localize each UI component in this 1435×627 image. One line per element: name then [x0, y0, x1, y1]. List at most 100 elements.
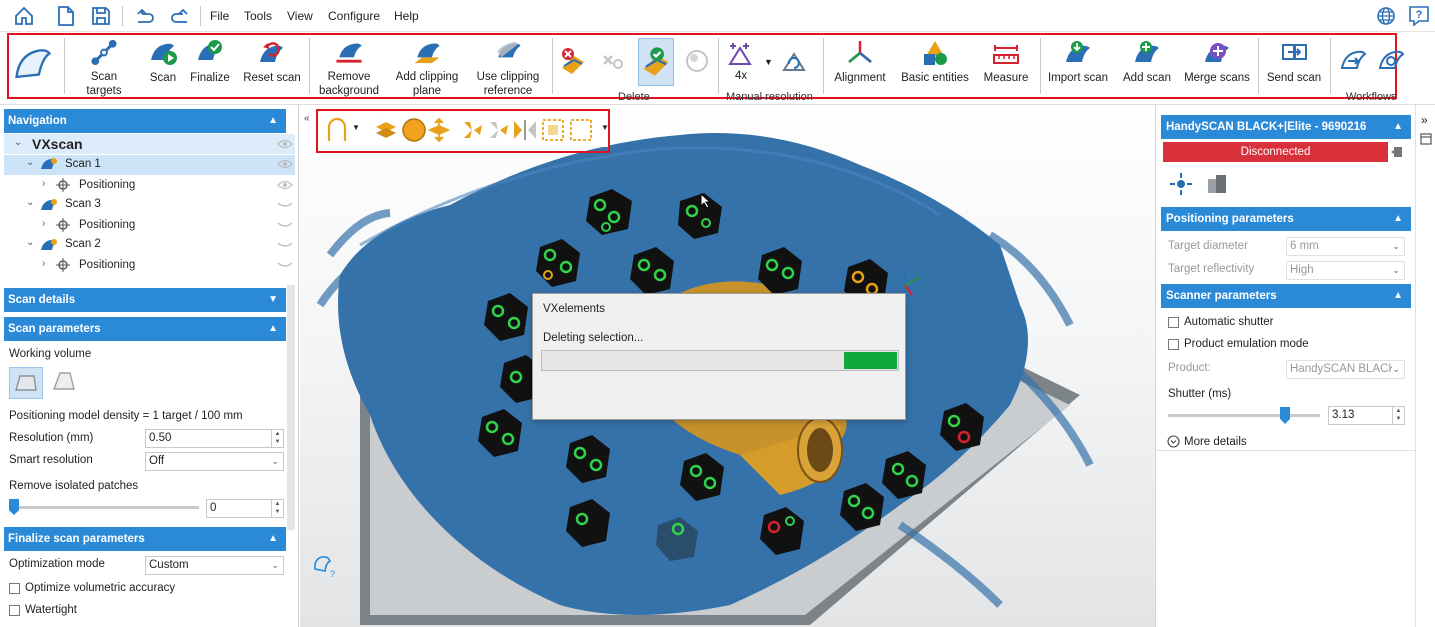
workflow-inspect-icon[interactable]: [1376, 46, 1406, 76]
more-details-link[interactable]: More details: [1184, 436, 1247, 448]
manual-resolution-icon[interactable]: [726, 40, 754, 68]
product-emulation-checkbox[interactable]: [1168, 339, 1179, 350]
target-reflectivity-select[interactable]: High ⌄: [1286, 261, 1405, 280]
finalize-button[interactable]: Finalize: [188, 38, 232, 98]
tree-expand-icon[interactable]: ⌄: [26, 157, 34, 168]
scanner-status-icon[interactable]: [1390, 145, 1404, 159]
expand-selection-icon[interactable]: [460, 117, 484, 143]
tree-collapse-icon[interactable]: ›: [42, 218, 45, 229]
optimization-mode-select[interactable]: Custom ⌄: [145, 556, 284, 575]
shutter-slider-track[interactable]: [1168, 414, 1320, 417]
chevron-down-icon[interactable]: ▼: [352, 123, 360, 132]
shutter-input[interactable]: 3.13 ▲ ▼: [1328, 406, 1405, 425]
tree-collapse-icon[interactable]: ›: [42, 178, 45, 189]
measure-button[interactable]: Measure: [980, 38, 1032, 98]
scan-targets-button[interactable]: Scan targets: [72, 38, 136, 98]
working-volume-high-button[interactable]: [48, 367, 82, 399]
eye-closed-icon[interactable]: [277, 260, 293, 270]
sphere-selection-icon[interactable]: [401, 117, 427, 143]
scanner-mode-button[interactable]: [10, 38, 56, 98]
tree-collapse-icon[interactable]: ›: [42, 258, 45, 269]
use-clipping-reference-button[interactable]: Use clipping reference: [470, 38, 546, 98]
help-icon[interactable]: ?: [1407, 4, 1431, 28]
scan-parameters-header[interactable]: Scan parameters ▲: [4, 317, 286, 341]
targets-icon[interactable]: [1168, 171, 1194, 197]
send-scan-button[interactable]: Send scan: [1264, 38, 1324, 98]
delete-unselected-icon[interactable]: [682, 46, 712, 76]
add-clipping-plane-button[interactable]: Add clipping plane: [392, 38, 462, 98]
window-icon[interactable]: [1420, 133, 1432, 145]
reset-scan-button[interactable]: Reset scan: [242, 38, 302, 98]
connection-status[interactable]: Disconnected: [1163, 142, 1388, 162]
eye-closed-icon[interactable]: [277, 200, 293, 210]
positioning-parameters-header[interactable]: Positioning parameters ▲: [1161, 207, 1411, 231]
globe-icon[interactable]: [1374, 4, 1398, 28]
device-header[interactable]: HandySCAN BLACK+|Elite - 9690216 ▲: [1161, 115, 1411, 139]
target-diameter-select[interactable]: 6 mm ⌄: [1286, 237, 1405, 256]
chevron-down-icon[interactable]: ▼: [601, 123, 609, 132]
menu-help[interactable]: Help: [394, 9, 419, 23]
shrink-selection-icon[interactable]: [486, 117, 510, 143]
collapse-left-icon[interactable]: «: [304, 113, 310, 124]
scanner-parameters-header[interactable]: Scanner parameters ▲: [1161, 284, 1411, 308]
remove-isolated-slider-thumb[interactable]: [9, 499, 19, 515]
smart-resolution-select[interactable]: Off ⌄: [145, 452, 284, 471]
scan-details-header[interactable]: Scan details ▼: [4, 288, 286, 312]
lasso-selection-icon[interactable]: [326, 117, 348, 143]
chevron-circle-icon[interactable]: [1167, 435, 1180, 448]
delete-isolated-icon[interactable]: [598, 46, 628, 76]
eye-icon[interactable]: [277, 159, 293, 169]
workflow-scan-icon[interactable]: [1338, 46, 1368, 76]
view-orientation-icon[interactable]: ?: [310, 553, 336, 579]
delete-active-button[interactable]: [638, 38, 674, 86]
spinner-icon[interactable]: ▲ ▼: [271, 500, 283, 517]
eye-closed-icon[interactable]: [277, 220, 293, 230]
remove-isolated-slider-track[interactable]: [9, 506, 199, 509]
scanner-model-icon[interactable]: [1204, 171, 1230, 197]
finalize-parameters-header[interactable]: Finalize scan parameters ▲: [4, 527, 286, 551]
spinner-icon[interactable]: ▲ ▼: [271, 430, 283, 447]
basic-entities-button[interactable]: Basic entities: [898, 38, 972, 98]
tree-expand-icon[interactable]: ⌄: [26, 197, 34, 208]
remove-isolated-input[interactable]: 0 ▲ ▼: [206, 499, 284, 518]
remove-background-button[interactable]: Remove background: [316, 38, 382, 98]
optimize-volumetric-checkbox[interactable]: [9, 583, 20, 594]
select-all-icon[interactable]: [540, 117, 566, 143]
eye-icon[interactable]: [277, 139, 293, 149]
navigation-header[interactable]: Navigation ▲: [4, 109, 286, 133]
chevron-down-icon[interactable]: ▼: [764, 57, 773, 67]
alignment-button[interactable]: Alignment: [830, 38, 890, 98]
automatic-shutter-checkbox[interactable]: [1168, 317, 1179, 328]
delete-selection-icon[interactable]: [558, 46, 588, 76]
tree-expand-icon[interactable]: ⌄: [26, 237, 34, 248]
working-volume-standard-button[interactable]: [9, 367, 43, 399]
menu-configure[interactable]: Configure: [328, 9, 380, 23]
left-scrollbar[interactable]: [287, 285, 295, 530]
resolution-refresh-icon[interactable]: [780, 46, 808, 74]
redo-icon[interactable]: [168, 4, 192, 28]
undo-icon[interactable]: [133, 4, 157, 28]
expand-right-icon[interactable]: »: [1421, 113, 1428, 127]
eye-icon[interactable]: [277, 180, 293, 190]
watertight-checkbox[interactable]: [9, 605, 20, 616]
shutter-slider-thumb[interactable]: [1280, 407, 1290, 424]
plane-selection-icon[interactable]: [428, 117, 450, 143]
tree-expand-icon[interactable]: ⌄: [14, 137, 22, 148]
scan-button[interactable]: Scan: [144, 38, 182, 98]
new-file-icon[interactable]: [54, 4, 78, 28]
import-scan-button[interactable]: Import scan: [1046, 38, 1110, 98]
resolution-input[interactable]: 0.50 ▲ ▼: [145, 429, 284, 448]
save-icon[interactable]: [89, 4, 113, 28]
add-scan-button[interactable]: Add scan: [1120, 38, 1174, 98]
merge-scans-button[interactable]: Merge scans: [1182, 38, 1252, 98]
menu-file[interactable]: File: [210, 9, 229, 23]
surface-selection-icon[interactable]: [374, 119, 398, 141]
clear-selection-icon[interactable]: [568, 117, 594, 143]
eye-closed-icon[interactable]: [277, 240, 293, 250]
menu-view[interactable]: View: [287, 9, 313, 23]
product-select[interactable]: HandySCAN BLACK| ⌄: [1286, 360, 1405, 379]
invert-selection-icon[interactable]: [512, 117, 538, 143]
spinner-icon[interactable]: ▲ ▼: [1392, 407, 1404, 424]
menu-tools[interactable]: Tools: [244, 9, 272, 23]
home-icon[interactable]: [12, 4, 36, 28]
